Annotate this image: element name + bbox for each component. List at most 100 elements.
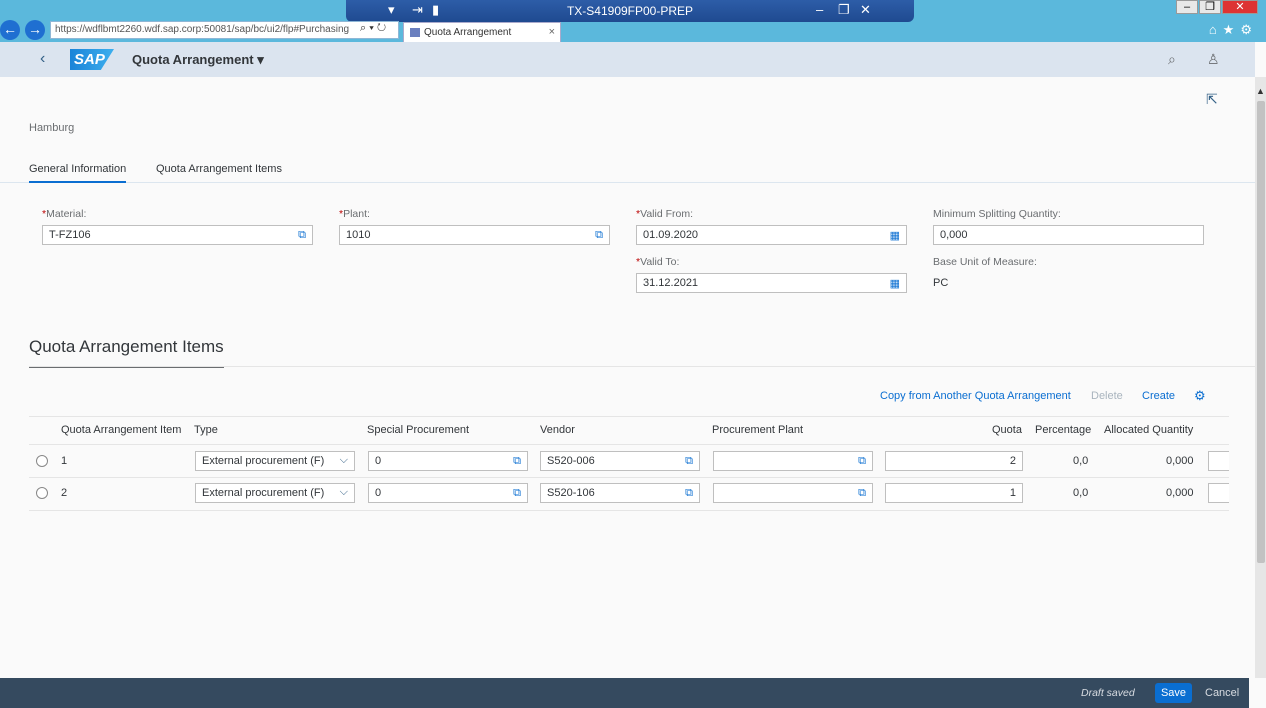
close-icon[interactable]: ✕ bbox=[860, 2, 871, 18]
valid-from-label: *Valid From: bbox=[636, 208, 693, 220]
value-help-icon[interactable]: ⧉ bbox=[298, 229, 306, 242]
base-uom-value: PC bbox=[933, 277, 949, 289]
favicon-icon bbox=[410, 28, 420, 37]
browser-tab[interactable]: Quota Arrangement × bbox=[403, 22, 561, 42]
back-arrow-icon[interactable]: ← bbox=[0, 20, 20, 40]
material-label: *Material: bbox=[42, 208, 87, 220]
row-select-radio[interactable] bbox=[36, 455, 48, 467]
value-help-icon[interactable]: ⧉ bbox=[858, 455, 866, 468]
draft-status: Draft saved bbox=[1081, 687, 1135, 699]
material-field[interactable]: T-FZ106 ⧉ bbox=[42, 225, 313, 245]
section-divider bbox=[29, 366, 1255, 367]
scrollbar-thumb[interactable] bbox=[1257, 101, 1265, 563]
extra-field[interactable] bbox=[1208, 451, 1229, 471]
sap-logo[interactable]: SAP bbox=[70, 49, 114, 70]
vendor-field[interactable]: S520-106 ⧉ bbox=[540, 483, 700, 503]
address-bar[interactable]: https://wdflbmt2260.wdf.sap.corp:50081/s… bbox=[50, 21, 399, 39]
page-scrollbar[interactable]: ▲ bbox=[1255, 77, 1266, 678]
browser-toolbar-icons[interactable]: ⌂★⚙ bbox=[1209, 22, 1258, 38]
remote-session-title: TX-S41909FP00-PREP bbox=[566, 4, 694, 18]
window-controls: – ❐ ✕ bbox=[1175, 0, 1258, 14]
save-button[interactable]: Save bbox=[1155, 683, 1192, 703]
table-top-border bbox=[29, 416, 1229, 417]
col-header-special: Special Procurement bbox=[367, 424, 470, 436]
search-icon[interactable]: ⌕ bbox=[1168, 51, 1176, 68]
shell-back-icon[interactable]: ‹ bbox=[40, 50, 45, 68]
settings-gear-icon[interactable]: ⚙ bbox=[1194, 388, 1206, 404]
restore-icon[interactable]: ❐ bbox=[838, 2, 850, 18]
value-help-icon[interactable]: ⧉ bbox=[595, 229, 603, 242]
row-select-radio[interactable] bbox=[36, 487, 48, 499]
col-header-proc-plant: Procurement Plant bbox=[712, 424, 804, 436]
section-tabs: General Information Quota Arrangement It… bbox=[0, 160, 1255, 183]
create-button[interactable]: Create bbox=[1142, 390, 1175, 402]
object-subtitle: Hamburg bbox=[29, 122, 75, 134]
plant-label: *Plant: bbox=[339, 208, 370, 220]
valid-to-label: *Valid To: bbox=[636, 256, 680, 268]
app-title-menu[interactable]: Quota Arrangement ▾ bbox=[132, 52, 264, 68]
col-header-item: Quota Arrangement Item bbox=[61, 424, 182, 436]
footer-toolbar: Draft saved Save Cancel bbox=[0, 678, 1249, 708]
valid-to-field[interactable]: 31.12.2021 ▦ bbox=[636, 273, 907, 293]
value-help-icon[interactable]: ⧉ bbox=[858, 487, 866, 500]
percentage-value: 0,0 bbox=[1073, 487, 1089, 499]
forward-arrow-icon[interactable]: → bbox=[25, 20, 45, 40]
col-header-quota: Quota bbox=[992, 424, 1022, 436]
tab-close-icon[interactable]: × bbox=[549, 26, 555, 38]
percentage-value: 0,0 bbox=[1073, 455, 1089, 467]
special-procurement-field[interactable]: 0 ⧉ bbox=[368, 451, 528, 471]
tab-title: Quota Arrangement bbox=[424, 27, 512, 38]
value-help-icon[interactable]: ⧉ bbox=[513, 455, 521, 468]
row-divider bbox=[29, 510, 1229, 511]
calendar-icon[interactable]: ▦ bbox=[890, 229, 900, 242]
min-split-label: Minimum Splitting Quantity: bbox=[933, 208, 1061, 220]
header-divider bbox=[29, 444, 1229, 445]
extra-field[interactable] bbox=[1208, 483, 1229, 503]
tab-general-information[interactable]: General Information bbox=[29, 163, 127, 183]
window-restore-icon[interactable]: ❐ bbox=[1199, 0, 1221, 14]
type-select[interactable]: External procurement (F) ⌵ bbox=[195, 451, 355, 471]
special-procurement-field[interactable]: 0 ⧉ bbox=[368, 483, 528, 503]
col-header-type: Type bbox=[194, 424, 218, 436]
user-icon[interactable]: ♙ bbox=[1207, 51, 1220, 68]
quota-field[interactable]: 2 bbox=[885, 451, 1023, 471]
scroll-up-icon[interactable]: ▲ bbox=[1256, 86, 1265, 96]
items-section-title: Quota Arrangement Items bbox=[29, 337, 224, 368]
share-icon[interactable]: ⇱ bbox=[1206, 91, 1218, 108]
minimize-icon[interactable]: – bbox=[816, 2, 823, 17]
window-close-icon[interactable]: ✕ bbox=[1222, 0, 1258, 14]
delete-button[interactable]: Delete bbox=[1091, 390, 1123, 402]
allocated-qty-value: 0,000 bbox=[1166, 487, 1194, 499]
shell-bar: ‹ SAP Quota Arrangement ▾ ⌕ ♙ bbox=[0, 42, 1255, 77]
chevron-down-icon[interactable]: ⌵ bbox=[340, 486, 348, 499]
caret-down-icon: ▾ bbox=[257, 52, 264, 67]
window-minimize-icon[interactable]: – bbox=[1176, 0, 1198, 14]
plant-field[interactable]: 1010 ⧉ bbox=[339, 225, 610, 245]
col-header-vendor: Vendor bbox=[540, 424, 575, 436]
value-help-icon[interactable]: ⧉ bbox=[513, 487, 521, 500]
row-divider bbox=[29, 477, 1229, 478]
type-select[interactable]: External procurement (F) ⌵ bbox=[195, 483, 355, 503]
calendar-icon[interactable]: ▦ bbox=[890, 277, 900, 290]
value-help-icon[interactable]: ⧉ bbox=[685, 455, 693, 468]
procurement-plant-field[interactable]: ⧉ bbox=[713, 451, 873, 471]
base-uom-label: Base Unit of Measure: bbox=[933, 256, 1037, 268]
remote-session-bar: ▾ ⇥ ▮ TX-S41909FP00-PREP – ❐ ✕ bbox=[346, 0, 914, 22]
col-header-allocated: Allocated Quantity bbox=[1104, 424, 1194, 436]
copy-quota-button[interactable]: Copy from Another Quota Arrangement bbox=[880, 390, 1071, 402]
procurement-plant-field[interactable]: ⧉ bbox=[713, 483, 873, 503]
search-refresh-icon[interactable]: ⌕ ▾ ↻ bbox=[360, 22, 386, 35]
value-help-icon[interactable]: ⧉ bbox=[685, 487, 693, 500]
allocated-qty-value: 0,000 bbox=[1166, 455, 1194, 467]
chevron-down-icon[interactable]: ⌵ bbox=[340, 454, 348, 467]
quota-field[interactable]: 1 bbox=[885, 483, 1023, 503]
cancel-button[interactable]: Cancel bbox=[1205, 687, 1239, 699]
browser-chrome: ▾ ⇥ ▮ TX-S41909FP00-PREP – ❐ ✕ ← → https… bbox=[0, 0, 1266, 42]
app-title: Quota Arrangement bbox=[132, 52, 254, 67]
min-split-field[interactable]: 0,000 bbox=[933, 225, 1204, 245]
vendor-field[interactable]: S520-006 ⧉ bbox=[540, 451, 700, 471]
item-number: 2 bbox=[61, 487, 68, 499]
valid-from-field[interactable]: 01.09.2020 ▦ bbox=[636, 225, 907, 245]
col-header-percentage: Percentage bbox=[1035, 424, 1092, 436]
tab-quota-arrangement-items[interactable]: Quota Arrangement Items bbox=[156, 163, 282, 181]
